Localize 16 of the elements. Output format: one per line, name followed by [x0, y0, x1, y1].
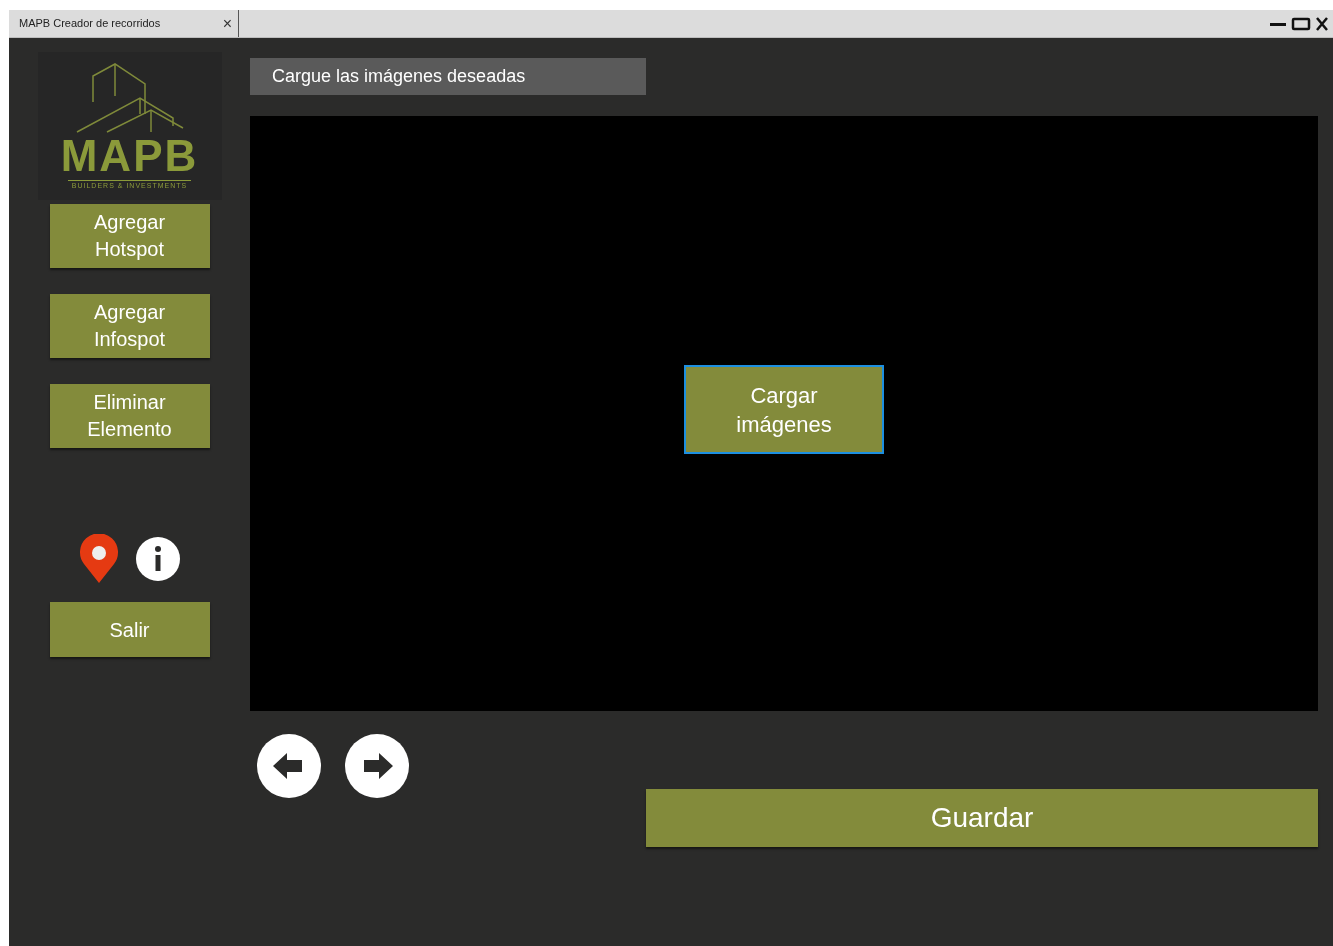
tab-title: MAPB Creador de recorridos	[19, 16, 161, 32]
sidebar-button[interactable]: Agregar Hotspot	[49, 204, 210, 268]
map-pin-icon[interactable]	[78, 534, 119, 584]
close-icon[interactable]	[1315, 15, 1329, 32]
sidebar-button[interactable]: Eliminar Elemento	[49, 384, 210, 448]
exit-button[interactable]: Salir	[49, 602, 210, 657]
save-button[interactable]: Guardar	[646, 789, 1318, 847]
sidebar-button[interactable]: Agregar Infospot	[49, 294, 210, 358]
logo-name: MAPB	[60, 134, 199, 178]
header-text: Cargue las imágenes deseadas	[272, 65, 526, 88]
maximize-icon[interactable]	[1291, 15, 1311, 32]
window-tab[interactable]: MAPB Creador de recorridos ×	[9, 10, 239, 37]
info-icon[interactable]	[134, 536, 181, 582]
load-images-button[interactable]: Cargar imágenes	[684, 365, 884, 454]
tab-close[interactable]: ×	[222, 15, 232, 32]
building-icon	[74, 62, 185, 134]
